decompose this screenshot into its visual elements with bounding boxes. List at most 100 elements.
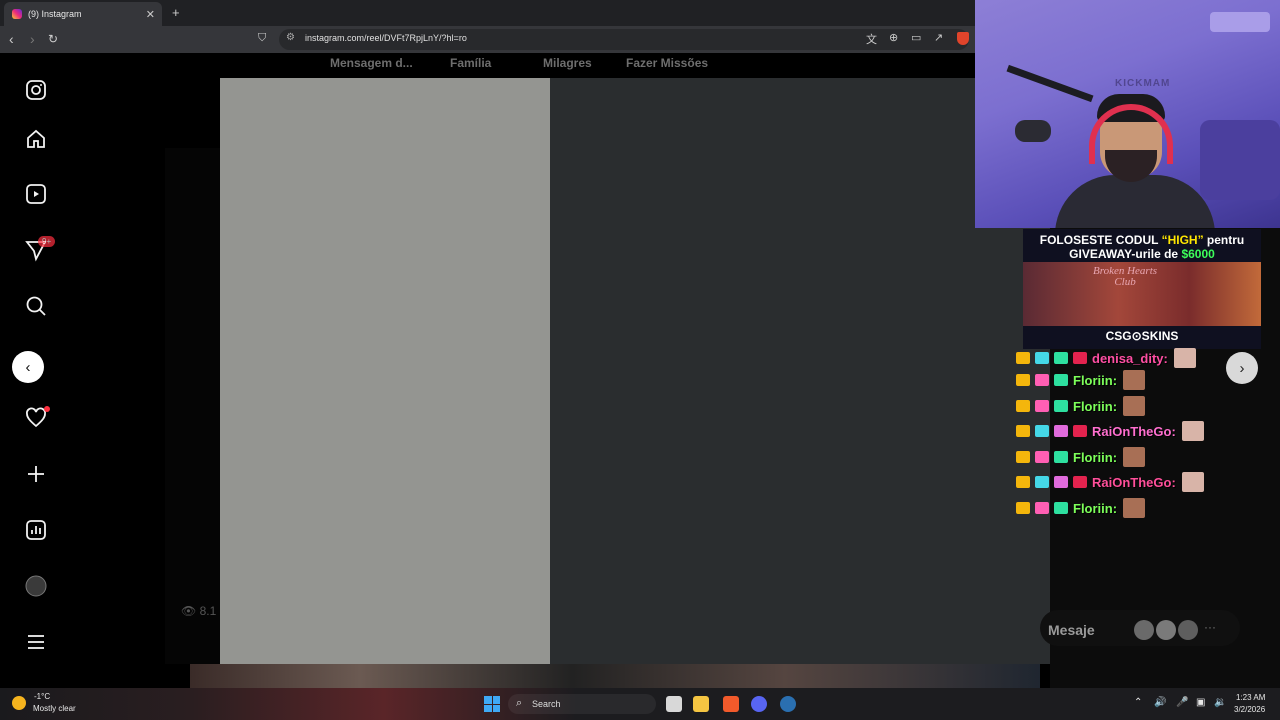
chat-message: Floriin: [1016, 498, 1146, 518]
promo-text: FOLOSESTE CODUL “HIGH” pentru GIVEAWAY-u… [1023, 233, 1261, 261]
network-icon[interactable]: ▣ [1196, 697, 1205, 708]
cast-icon[interactable]: ▭ [911, 31, 921, 44]
bookmark-icon[interactable]: ⛉ [258, 32, 266, 45]
chat-username: Floriin: [1073, 372, 1118, 388]
dashboard-icon[interactable] [24, 518, 48, 542]
search-icon[interactable] [24, 294, 48, 318]
profile-avatar-icon[interactable] [24, 574, 48, 598]
new-tab-button[interactable]: + [172, 5, 180, 20]
avatar [1156, 620, 1176, 640]
reload-icon[interactable]: ↻ [48, 32, 58, 46]
sub-badge-icon [1073, 352, 1087, 364]
chat-message: denisa_dity: [1016, 348, 1196, 368]
speaker-icon[interactable]: 🔉 [1214, 697, 1226, 708]
chat-username: RaiOnTheGo: [1092, 474, 1176, 490]
story-label[interactable]: Mensagem d... [330, 56, 413, 70]
mic-arm [1006, 64, 1094, 103]
emote-icon [1123, 498, 1146, 518]
brave-browser-icon[interactable] [723, 696, 739, 712]
gift-badge-icon [1054, 451, 1068, 463]
chat-username: RaiOnTheGo: [1092, 423, 1176, 439]
zoom-icon[interactable]: ⊕ [889, 31, 898, 44]
ghost-badge-icon [1035, 374, 1049, 386]
promo-line2-prefix: GIVEAWAY-urile de [1069, 247, 1182, 261]
messages-bar-label: Mesaje [1048, 622, 1095, 638]
close-tab-icon[interactable]: ✕ [146, 8, 155, 21]
view-count-value: 8.1 [199, 604, 217, 618]
microphone-icon[interactable]: 🎤 [1176, 697, 1188, 708]
promo-amount: $6000 [1181, 247, 1215, 261]
avatar [1178, 620, 1198, 640]
chat-username: denisa_dity: [1092, 350, 1168, 366]
start-menu-icon[interactable] [484, 696, 500, 712]
create-icon[interactable] [24, 462, 48, 486]
ghost-badge-icon [1035, 451, 1049, 463]
emote-icon [1123, 447, 1146, 467]
promo-artwork: Broken Hearts Club [1023, 262, 1261, 326]
gift-badge-icon [1054, 476, 1068, 488]
task-view-icon[interactable] [666, 696, 682, 712]
weather-moon-icon[interactable] [12, 696, 26, 710]
previous-reel-button[interactable]: ‹ [12, 351, 44, 383]
tab-bar: (9) Instagram ✕ + [0, 0, 975, 26]
chat-message: Floriin: [1016, 396, 1146, 416]
ghost-badge-icon [1035, 425, 1049, 437]
instagram-favicon-icon [12, 9, 22, 19]
weather-description[interactable]: Mostly clear [33, 704, 76, 713]
club-sign: Broken Hearts Club [1093, 266, 1157, 288]
forward-icon[interactable]: › [30, 31, 35, 47]
crown-badge-icon [1016, 476, 1030, 488]
gift-badge-icon [1054, 352, 1068, 364]
ghost-badge-icon [1035, 502, 1049, 514]
site-info-icon[interactable]: ⚙ [286, 32, 295, 43]
webcam-overlay: KICKMAM [975, 0, 1280, 228]
reels-icon[interactable] [24, 182, 48, 206]
chat-username: Floriin: [1073, 398, 1118, 414]
club-sign-line2: Club [1114, 276, 1136, 288]
file-explorer-icon[interactable] [693, 696, 709, 712]
reel-video[interactable] [220, 78, 550, 664]
reel-side-panel [550, 78, 975, 664]
story-label[interactable]: Milagres [543, 56, 592, 70]
translate-icon[interactable]: 文 [866, 31, 877, 47]
emote-icon [1181, 472, 1204, 492]
crown-badge-icon [1016, 502, 1030, 514]
promo-line1-suffix: pentru [1203, 233, 1245, 247]
ghost-badge-icon [1035, 476, 1049, 488]
sub-badge-icon [1073, 425, 1087, 437]
emote-icon [1123, 396, 1146, 416]
back-icon[interactable]: ‹ [9, 31, 14, 47]
emote-icon [1173, 348, 1196, 368]
discord-icon[interactable] [751, 696, 767, 712]
weather-temperature[interactable]: -1°C [34, 692, 50, 701]
chat-username: Floriin: [1073, 500, 1118, 516]
microphone [1015, 120, 1051, 142]
emote-icon [1181, 421, 1204, 441]
crown-badge-icon [1016, 374, 1030, 386]
story-label[interactable]: Fazer Missões [626, 56, 708, 70]
more-icon[interactable]: ··· [1204, 620, 1216, 634]
volume-icon[interactable]: 🔊 [1154, 697, 1166, 708]
chevron-up-icon[interactable]: ⌃ [1134, 697, 1142, 708]
instagram-logo-icon[interactable] [24, 78, 48, 102]
next-reel-preview [190, 664, 1040, 688]
clock-date[interactable]: 3/2/2026 [1234, 705, 1265, 714]
story-label[interactable]: Família [450, 56, 491, 70]
share-icon[interactable]: ↗ [934, 31, 943, 44]
crown-badge-icon [1016, 425, 1030, 437]
next-reel-button[interactable]: › [1226, 352, 1258, 384]
messages-badge: 9+ [38, 236, 56, 247]
sponsor-brand: CSG⊙SKINS [1105, 329, 1179, 343]
taskbar-search[interactable]: ⌕ Search [508, 694, 656, 714]
tab-title: (9) Instagram [28, 9, 82, 19]
steam-icon[interactable] [780, 696, 796, 712]
air-conditioner [1210, 12, 1270, 32]
search-icon: ⌕ [516, 697, 523, 709]
promo-line1-prefix: FOLOSESTE CODUL [1039, 233, 1162, 247]
taskbar-search-label: Search [532, 699, 561, 709]
clock-time[interactable]: 1:23 AM [1236, 693, 1265, 702]
brave-shield-icon[interactable] [957, 32, 969, 45]
more-menu-icon[interactable] [24, 630, 48, 654]
home-icon[interactable] [24, 127, 48, 151]
tab-instagram[interactable]: (9) Instagram ✕ [4, 2, 162, 26]
